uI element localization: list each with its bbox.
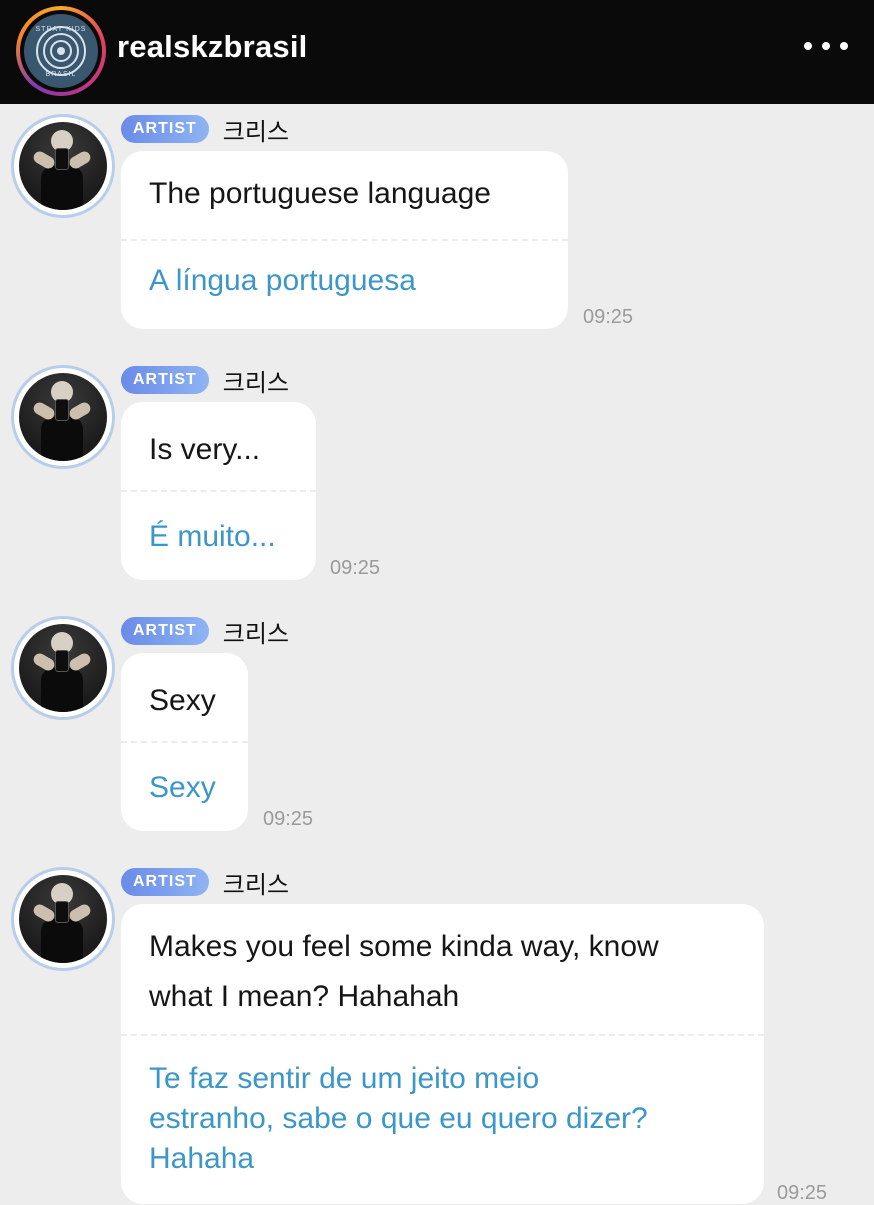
avatar-photo (19, 122, 107, 210)
artist-badge: ARTIST (121, 366, 209, 394)
sender-row: ARTIST 크리스 (121, 867, 290, 899)
translation-divider (121, 1034, 764, 1036)
original-text: Makes you feel some kinda way, know what… (149, 930, 659, 1013)
sender-avatar[interactable] (11, 867, 115, 971)
message-bubble[interactable]: Makes you feel some kinda way, know what… (121, 904, 764, 1204)
avatar-photo (19, 624, 107, 712)
logo-text-bottom: BRASIL (45, 71, 77, 78)
artist-badge: ARTIST (121, 617, 209, 645)
account-name[interactable]: realskzbrasil (117, 29, 307, 65)
profile-story-ring[interactable]: STRAY KIDS BRASIL (16, 6, 106, 96)
sender-avatar[interactable] (11, 616, 115, 720)
sender-avatar[interactable] (11, 114, 115, 218)
translated-text: Sexy (149, 771, 216, 804)
avatar-photo (19, 373, 107, 461)
sender-avatar[interactable] (11, 365, 115, 469)
translated-text: É muito... (149, 520, 276, 553)
original-text: Sexy (149, 684, 216, 717)
logo-text-top: STRAY KIDS (35, 26, 87, 33)
original-text: The portuguese language (149, 177, 491, 210)
artist-badge: ARTIST (121, 868, 209, 896)
message-timestamp: 09:25 (330, 557, 381, 579)
sender-name: 크리스 (222, 870, 290, 899)
message-timestamp: 09:25 (777, 1182, 828, 1204)
message-timestamp: 09:25 (583, 306, 634, 328)
sender-name: 크리스 (222, 619, 290, 648)
translation-divider (121, 490, 316, 492)
message-timestamp: 09:25 (263, 808, 314, 830)
translated-text: Te faz sentir de um jeito meio estranho,… (149, 1062, 648, 1175)
chat-message: ARTIST 크리스 The portuguese language A lín… (0, 114, 874, 334)
original-text: Is very... (149, 433, 261, 466)
sender-row: ARTIST 크리스 (121, 365, 290, 397)
translation-divider (121, 239, 568, 241)
sender-name: 크리스 (222, 117, 290, 146)
message-bubble[interactable]: Sexy Sexy (121, 653, 248, 831)
more-options-icon[interactable] (804, 36, 848, 56)
translation-divider (121, 741, 248, 743)
sender-row: ARTIST 크리스 (121, 616, 290, 648)
message-bubble[interactable]: The portuguese language A língua portugu… (121, 151, 568, 329)
sender-name: 크리스 (222, 368, 290, 397)
artist-badge: ARTIST (121, 115, 209, 143)
account-logo-avatar: STRAY KIDS BRASIL (24, 14, 98, 88)
message-bubble[interactable]: Is very... É muito... (121, 402, 316, 580)
avatar-photo (19, 875, 107, 963)
sender-row: ARTIST 크리스 (121, 114, 290, 146)
chat-message: ARTIST 크리스 Makes you feel some kinda way… (0, 867, 874, 1204)
top-bar: STRAY KIDS BRASIL realskzbrasil (0, 0, 874, 104)
chat-message: ARTIST 크리스 Is very... É muito... 09:25 (0, 365, 874, 585)
translated-text: A língua portuguesa (149, 264, 416, 297)
chat-message: ARTIST 크리스 Sexy Sexy 09:25 (0, 616, 874, 836)
